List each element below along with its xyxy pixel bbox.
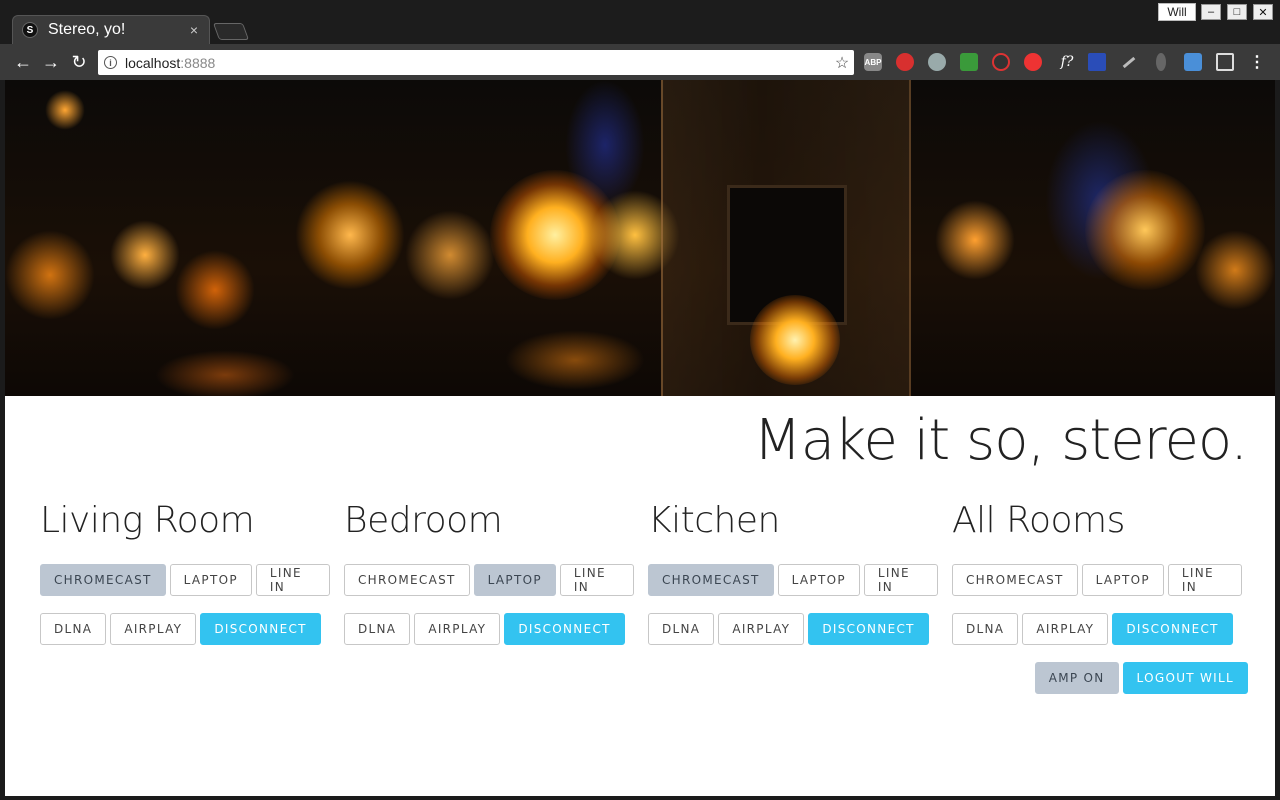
bulb-icon[interactable] xyxy=(1156,53,1166,71)
dlna-button[interactable]: DLNA xyxy=(648,613,715,645)
forward-arrow-icon[interactable]: → xyxy=(40,51,62,73)
barcode-icon[interactable] xyxy=(1088,53,1106,71)
room-title: Living Room xyxy=(40,500,255,541)
font-ext-icon[interactable]: f? xyxy=(1056,53,1078,71)
url-text: localhost:8888 xyxy=(125,55,830,71)
source-row: CHROMECAST LAPTOP LINE IN xyxy=(40,564,330,596)
maximize-button[interactable]: □ xyxy=(1227,4,1247,20)
bokeh-light xyxy=(935,200,1015,280)
disconnect-button[interactable]: DISCONNECT xyxy=(1112,613,1233,645)
url-host: localhost xyxy=(125,54,181,71)
line-in-button[interactable]: LINE IN xyxy=(255,564,330,596)
dlna-button[interactable]: DLNA xyxy=(344,613,411,645)
dlna-button[interactable]: DLNA xyxy=(952,613,1019,645)
source-row: DLNA AIRPLAY DISCONNECT xyxy=(40,613,330,645)
page-content: Make it so, stereo. Living Room CHROMECA… xyxy=(5,80,1275,796)
favicon-icon: S xyxy=(22,22,38,38)
source-row: DLNA AIRPLAY DISCONNECT xyxy=(344,613,634,645)
room-title: Bedroom xyxy=(344,500,503,541)
chromecast-button[interactable]: CHROMECAST xyxy=(952,564,1078,596)
bokeh-light xyxy=(405,210,495,300)
blue-light xyxy=(565,80,645,210)
vivaldi-icon[interactable] xyxy=(1024,53,1042,71)
url-port: :8888 xyxy=(180,54,216,71)
disconnect-button[interactable]: DISCONNECT xyxy=(504,613,625,645)
disconnect-button[interactable]: DISCONNECT xyxy=(808,613,929,645)
bokeh-light xyxy=(110,220,180,290)
line-in-button[interactable]: LINE IN xyxy=(1167,564,1242,596)
profile-button[interactable]: Will xyxy=(1158,3,1196,21)
opera-icon[interactable] xyxy=(992,53,1010,71)
page-headline: Make it so, stereo. xyxy=(753,408,1248,473)
source-row: CHROMECAST LAPTOP LINE IN xyxy=(648,564,938,596)
dlna-button[interactable]: DLNA xyxy=(40,613,107,645)
room-kitchen: Kitchen CHROMECAST LAPTOP LINE IN DLNA A… xyxy=(648,500,938,645)
tab-close-icon[interactable]: × xyxy=(186,22,202,38)
logout-button[interactable]: LOGOUT WILL xyxy=(1122,662,1248,694)
bokeh-light xyxy=(505,330,645,390)
menu-icon[interactable]: ⋮ xyxy=(1248,53,1266,71)
bokeh-light xyxy=(5,230,95,320)
abp-icon[interactable]: ABP xyxy=(864,53,882,71)
disconnect-button[interactable]: DISCONNECT xyxy=(200,613,321,645)
airplay-button[interactable]: AIRPLAY xyxy=(110,613,197,645)
refresh-ext-icon[interactable] xyxy=(960,53,978,71)
back-arrow-icon[interactable]: ← xyxy=(12,51,34,73)
airplay-button[interactable]: AIRPLAY xyxy=(414,613,501,645)
screenshot-icon[interactable] xyxy=(1184,53,1202,71)
eyedropper-icon[interactable] xyxy=(1120,53,1138,71)
source-row: DLNA AIRPLAY DISCONNECT xyxy=(952,613,1242,645)
room-title: All Rooms xyxy=(952,500,1125,541)
laptop-button[interactable]: LAPTOP xyxy=(777,564,860,596)
source-row: CHROMECAST LAPTOP LINE IN xyxy=(952,564,1242,596)
room-living-room: Living Room CHROMECAST LAPTOP LINE IN DL… xyxy=(40,500,330,645)
hero-image xyxy=(5,80,1275,396)
laptop-button[interactable]: LAPTOP xyxy=(473,564,556,596)
tab-title: Stereo, yo! xyxy=(48,21,126,38)
source-row: CHROMECAST LAPTOP LINE IN xyxy=(344,564,634,596)
minimize-button[interactable]: – xyxy=(1201,4,1221,20)
bookmark-star-icon[interactable]: ☆ xyxy=(830,53,854,73)
close-window-button[interactable]: ✕ xyxy=(1253,4,1273,20)
chromecast-button[interactable]: CHROMECAST xyxy=(648,564,774,596)
lastpass-icon[interactable] xyxy=(896,53,914,71)
browser-titlebar: S Stereo, yo! × Will – □ ✕ xyxy=(0,0,1280,45)
airplay-button[interactable]: AIRPLAY xyxy=(718,613,805,645)
new-tab-button[interactable] xyxy=(212,23,250,40)
bokeh-light xyxy=(175,250,255,330)
source-row: DLNA AIRPLAY DISCONNECT xyxy=(648,613,938,645)
tube-filament-glow xyxy=(750,295,840,385)
browser-tab-content[interactable]: S Stereo, yo! × xyxy=(22,15,202,45)
line-in-button[interactable]: LINE IN xyxy=(863,564,938,596)
footer-actions: AMP ON LOGOUT WILL xyxy=(1034,662,1248,694)
chromecast-button[interactable]: CHROMECAST xyxy=(344,564,470,596)
room-all-rooms: All Rooms CHROMECAST LAPTOP LINE IN DLNA… xyxy=(952,500,1242,645)
chromecast-button[interactable]: CHROMECAST xyxy=(40,564,166,596)
amp-on-button[interactable]: AMP ON xyxy=(1034,662,1119,694)
line-in-button[interactable]: LINE IN xyxy=(559,564,634,596)
laptop-button[interactable]: LAPTOP xyxy=(169,564,252,596)
address-bar[interactable]: i localhost:8888 ☆ xyxy=(98,50,854,75)
reload-icon[interactable]: ↻ xyxy=(68,51,90,73)
bokeh-light xyxy=(45,90,85,130)
bokeh-light xyxy=(295,180,405,290)
room-title: Kitchen xyxy=(648,500,780,541)
airplay-button[interactable]: AIRPLAY xyxy=(1022,613,1109,645)
bokeh-light xyxy=(155,350,295,396)
bokeh-light xyxy=(1195,230,1275,310)
python-icon[interactable] xyxy=(928,53,946,71)
capture-icon[interactable] xyxy=(1216,53,1234,71)
info-icon[interactable]: i xyxy=(104,56,117,69)
room-bedroom: Bedroom CHROMECAST LAPTOP LINE IN DLNA A… xyxy=(344,500,634,645)
laptop-button[interactable]: LAPTOP xyxy=(1081,564,1164,596)
bokeh-light xyxy=(1085,170,1205,290)
